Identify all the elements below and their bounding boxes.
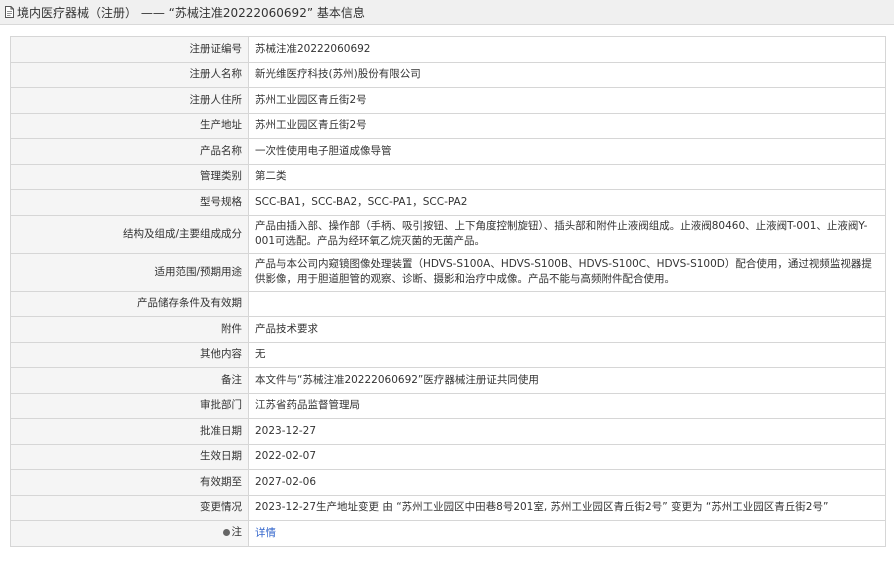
row-label: 生产地址: [10, 112, 249, 139]
row-value: 第二类: [248, 163, 886, 190]
row-label: 有效期至: [10, 469, 249, 496]
row-value: 2023-12-27生产地址变更 由 “苏州工业园区中田巷8号201室, 苏州工…: [248, 494, 886, 521]
row-label: 其他内容: [10, 341, 249, 368]
row-value: 无: [248, 341, 886, 368]
table-row: 生效日期 2022-02-07: [10, 443, 886, 470]
table-row: 产品名称 一次性使用电子胆道成像导管: [10, 138, 886, 165]
table-row: 管理类别 第二类: [10, 163, 886, 190]
table-row: 注册证编号 苏械注准20222060692: [10, 36, 886, 63]
row-label: 注册人住所: [10, 87, 249, 114]
row-value: 苏州工业园区青丘街2号: [248, 87, 886, 114]
row-label: 产品名称: [10, 138, 249, 165]
page-header: 境内医疗器械（注册） —— “苏械注准20222060692” 基本信息: [0, 0, 894, 25]
table-row: 附件 产品技术要求: [10, 316, 886, 343]
document-icon: [3, 6, 15, 18]
row-label: 适用范围/预期用途: [10, 252, 249, 292]
row-value: 本文件与“苏械注准20222060692”医疗器械注册证共同使用: [248, 367, 886, 394]
row-value: 产品由插入部、操作部（手柄、吸引按钮、上下角度控制旋钮）、插头部和附件止液阀组成…: [248, 214, 886, 254]
table-row: 结构及组成/主要组成成分 产品由插入部、操作部（手柄、吸引按钮、上下角度控制旋钮…: [10, 214, 886, 254]
table-row: 批准日期 2023-12-27: [10, 418, 886, 445]
note-label: 注: [222, 525, 243, 540]
row-value: 2022-02-07: [248, 443, 886, 470]
table-row: 变更情况 2023-12-27生产地址变更 由 “苏州工业园区中田巷8号201室…: [10, 494, 886, 521]
row-label: 型号规格: [10, 189, 249, 216]
table-row: 注册人名称 新光维医疗科技(苏州)股份有限公司: [10, 61, 886, 88]
row-value: 一次性使用电子胆道成像导管: [248, 138, 886, 165]
row-label: 变更情况: [10, 494, 249, 521]
row-value: 产品技术要求: [248, 316, 886, 343]
row-label: 备注: [10, 367, 249, 394]
page-title: 境内医疗器械（注册） —— “苏械注准20222060692” 基本信息: [17, 5, 365, 20]
row-value: 产品与本公司内窥镜图像处理装置（HDVS-S100A、HDVS-S100B、HD…: [248, 252, 886, 292]
row-label: 产品储存条件及有效期: [10, 290, 249, 317]
row-value: 苏州工业园区青丘街2号: [248, 112, 886, 139]
table-row: 型号规格 SCC-BA1，SCC-BA2，SCC-PA1，SCC-PA2: [10, 189, 886, 216]
table-row: 其他内容 无: [10, 341, 886, 368]
row-value: [248, 290, 886, 317]
row-label: 生效日期: [10, 443, 249, 470]
row-label: 审批部门: [10, 392, 249, 419]
table-row: 审批部门 江苏省药品监督管理局: [10, 392, 886, 419]
table-row: 生产地址 苏州工业园区青丘街2号: [10, 112, 886, 139]
note-label-cell: 注: [10, 520, 249, 547]
row-value: 详情: [248, 520, 886, 547]
table-row: 注册人住所 苏州工业园区青丘街2号: [10, 87, 886, 114]
bullet-icon: [222, 529, 230, 537]
row-label: 附件: [10, 316, 249, 343]
table-row: 注 详情: [10, 520, 886, 547]
row-label: 管理类别: [10, 163, 249, 190]
row-label: 注册人名称: [10, 61, 249, 88]
row-label: 批准日期: [10, 418, 249, 445]
table-row: 产品储存条件及有效期: [10, 290, 886, 317]
row-value: 2027-02-06: [248, 469, 886, 496]
row-label: 结构及组成/主要组成成分: [10, 214, 249, 254]
row-value: 新光维医疗科技(苏州)股份有限公司: [248, 61, 886, 88]
row-value: 苏械注准20222060692: [248, 36, 886, 63]
row-label: 注册证编号: [10, 36, 249, 63]
info-table: 注册证编号 苏械注准20222060692 注册人名称 新光维医疗科技(苏州)股…: [10, 36, 886, 547]
row-value: 江苏省药品监督管理局: [248, 392, 886, 419]
row-value: SCC-BA1，SCC-BA2，SCC-PA1，SCC-PA2: [248, 189, 886, 216]
detail-link[interactable]: 详情: [255, 527, 276, 539]
row-label: 注: [231, 526, 243, 539]
table-row: 备注 本文件与“苏械注准20222060692”医疗器械注册证共同使用: [10, 367, 886, 394]
row-value: 2023-12-27: [248, 418, 886, 445]
table-row: 适用范围/预期用途 产品与本公司内窥镜图像处理装置（HDVS-S100A、HDV…: [10, 252, 886, 292]
table-row: 有效期至 2027-02-06: [10, 469, 886, 496]
